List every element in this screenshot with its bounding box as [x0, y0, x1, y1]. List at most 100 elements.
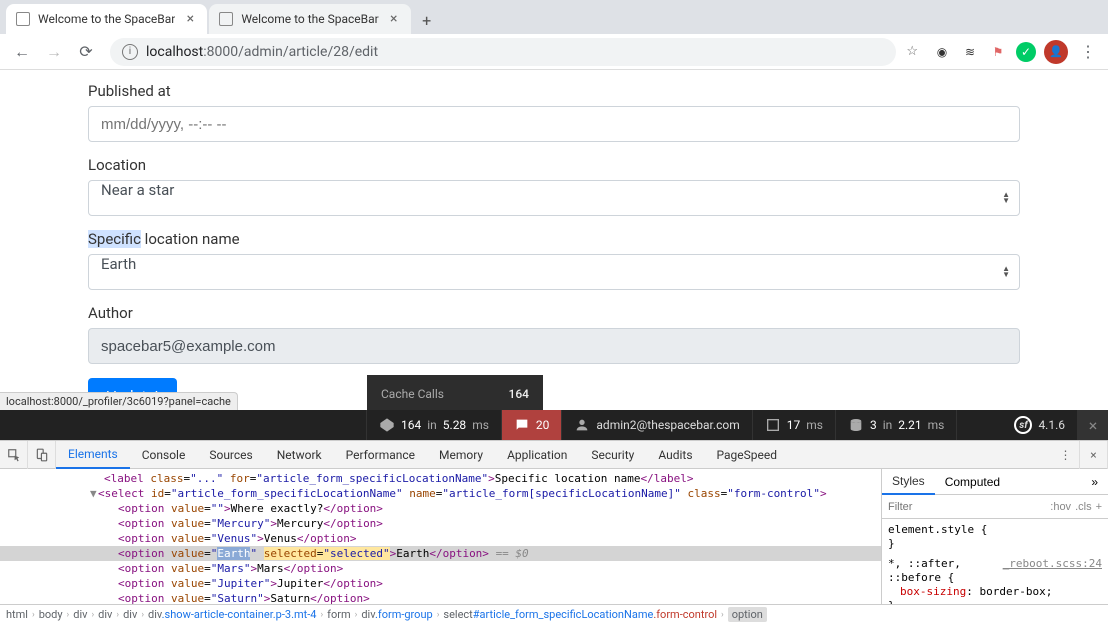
page-content: Published at Location Near a star ▲▼ Spe…	[0, 70, 1108, 410]
url-path: /admin/article/28/edit	[238, 44, 378, 60]
styles-tab[interactable]: Styles	[882, 469, 935, 495]
ext-icon[interactable]: ≋	[960, 42, 980, 62]
breadcrumb-item[interactable]: div	[73, 608, 87, 621]
browser-tab[interactable]: Welcome to the SpaceBar ×	[6, 4, 207, 34]
url-host: localhost	[146, 44, 203, 60]
layers-icon	[379, 417, 395, 433]
sf-depreciation-panel[interactable]: 20	[502, 410, 563, 440]
bookmark-icon[interactable]: ☆	[906, 44, 918, 59]
breadcrumb-item[interactable]: div.form-group	[361, 608, 432, 621]
ext-icon[interactable]: ⚑	[988, 42, 1008, 62]
tab-title: Welcome to the SpaceBar	[38, 12, 175, 26]
cls-button[interactable]: .cls	[1075, 501, 1092, 513]
tooltip-value: 164	[509, 387, 529, 401]
breadcrumb-item[interactable]: body	[39, 608, 63, 621]
cache-tooltip: Cache Calls164 Total time5.28 ms Cache h…	[367, 375, 543, 410]
devtools-tab-audits[interactable]: Audits	[646, 441, 704, 469]
devtools-tab-elements[interactable]: Elements	[56, 441, 130, 469]
devtools-tab-network[interactable]: Network	[265, 441, 334, 469]
cache-count: 164	[401, 418, 421, 432]
database-icon	[848, 417, 864, 433]
element-option-line[interactable]: <option value="Mercury">Mercury</option>	[0, 516, 881, 531]
chat-icon	[514, 417, 530, 433]
specific-location-select[interactable]: Earth	[88, 254, 1020, 290]
devtools-close-icon[interactable]: ×	[1080, 441, 1108, 469]
element-option-line[interactable]: <option value="Jupiter">Jupiter</option>	[0, 576, 881, 591]
close-icon[interactable]: ×	[387, 12, 401, 26]
sf-user-panel[interactable]: admin2@thespacebar.com	[562, 410, 752, 440]
styles-panel: Styles Computed » :hov .cls + element.st…	[881, 469, 1108, 604]
browser-toolbar: ← → ⟳ i localhost:8000/admin/article/28/…	[0, 34, 1108, 70]
sf-blank	[0, 410, 367, 440]
more-tabs-icon[interactable]: »	[1081, 469, 1108, 495]
devtools-tab-sources[interactable]: Sources	[197, 441, 264, 469]
css-source-link[interactable]: _reboot.scss:24	[1003, 557, 1102, 571]
address-bar[interactable]: i localhost:8000/admin/article/28/edit	[110, 38, 896, 66]
tooltip-label: Cache Calls	[381, 387, 444, 401]
breadcrumb-item[interactable]: div.show-article-container.p-3.mt-4	[148, 608, 316, 621]
devtools-tab-memory[interactable]: Memory	[427, 441, 495, 469]
sf-username: admin2@thespacebar.com	[596, 418, 739, 432]
status-bar-url: localhost:8000/_profiler/3c6019?panel=ca…	[0, 392, 238, 410]
author-input[interactable]	[88, 328, 1020, 364]
clock-icon	[765, 417, 781, 433]
hov-button[interactable]: :hov	[1050, 501, 1071, 513]
elements-breadcrumb[interactable]: html›body›div›div›div›div.show-article-c…	[0, 604, 1108, 624]
devtools-menu-icon[interactable]: ⋮	[1052, 441, 1080, 469]
breadcrumb-item[interactable]: option	[728, 607, 767, 622]
user-icon	[574, 417, 590, 433]
styles-rules[interactable]: element.style { } _reboot.scss:24*, ::af…	[882, 519, 1108, 604]
device-icon[interactable]	[28, 441, 56, 469]
styles-filter-input[interactable]	[888, 501, 1046, 513]
close-icon[interactable]: ×	[183, 12, 197, 26]
published-at-input[interactable]	[88, 106, 1020, 142]
devtools-tabs: ElementsConsoleSourcesNetworkPerformance…	[0, 441, 1108, 469]
element-option-line[interactable]: <option value="Venus">Venus</option>	[0, 531, 881, 546]
sf-cache-panel[interactable]: 164 in 5.28 ms	[367, 410, 502, 440]
ext-icon[interactable]: ◉	[932, 42, 952, 62]
devtools-tab-console[interactable]: Console	[130, 441, 198, 469]
reload-button[interactable]: ⟳	[72, 38, 100, 66]
author-label: Author	[88, 304, 1020, 322]
breadcrumb-item[interactable]: select#article_form_specificLocationName…	[443, 608, 717, 621]
site-info-icon[interactable]: i	[122, 44, 138, 60]
published-at-label: Published at	[88, 82, 1020, 100]
devtools-tab-pagespeed[interactable]: PageSpeed	[705, 441, 790, 469]
forward-button[interactable]: →	[40, 38, 68, 66]
sf-db-panel[interactable]: 3 in 2.21 ms	[836, 410, 957, 440]
devtools-tab-application[interactable]: Application	[495, 441, 579, 469]
back-button[interactable]: ←	[8, 38, 36, 66]
elements-panel[interactable]: <label class="..." for="article_form_spe…	[0, 469, 881, 604]
tab-title: Welcome to the SpaceBar	[241, 12, 378, 26]
symfony-logo-icon: sf	[1014, 416, 1032, 434]
element-option-line[interactable]: <option value="Saturn">Saturn</option>	[0, 591, 881, 604]
element-option-line[interactable]: <option value="Earth" selected="selected…	[0, 546, 881, 561]
breadcrumb-item[interactable]: div	[98, 608, 112, 621]
computed-tab[interactable]: Computed	[935, 469, 1010, 495]
devtools-tab-performance[interactable]: Performance	[334, 441, 427, 469]
devtools-tab-security[interactable]: Security	[579, 441, 646, 469]
ext-icon[interactable]: ✓	[1016, 42, 1036, 62]
devtools: ElementsConsoleSourcesNetworkPerformance…	[0, 440, 1108, 624]
url-port: :8000	[203, 44, 238, 60]
page-icon	[219, 12, 233, 26]
page-icon	[16, 12, 30, 26]
inspect-icon[interactable]	[0, 441, 28, 469]
breadcrumb-item[interactable]: form	[327, 608, 350, 621]
sf-close-button[interactable]: ×	[1078, 410, 1108, 440]
dep-count: 20	[536, 418, 550, 432]
breadcrumb-item[interactable]: html	[6, 608, 28, 621]
specific-location-label: Specific location name	[88, 230, 1020, 248]
element-option-line[interactable]: <option value="">Where exactly?</option>	[0, 501, 881, 516]
sf-version[interactable]: sf 4.1.6	[1002, 410, 1078, 440]
new-tab-button[interactable]: +	[413, 6, 441, 34]
browser-menu-icon[interactable]: ⋮	[1076, 42, 1100, 61]
add-rule-button[interactable]: +	[1096, 501, 1102, 513]
element-option-line[interactable]: <option value="Mars">Mars</option>	[0, 561, 881, 576]
location-label: Location	[88, 156, 1020, 174]
profile-avatar[interactable]: 👤	[1044, 40, 1068, 64]
location-select[interactable]: Near a star	[88, 180, 1020, 216]
breadcrumb-item[interactable]: div	[123, 608, 137, 621]
browser-tab[interactable]: Welcome to the SpaceBar ×	[209, 4, 410, 34]
sf-time-panel[interactable]: 17 ms	[753, 410, 836, 440]
